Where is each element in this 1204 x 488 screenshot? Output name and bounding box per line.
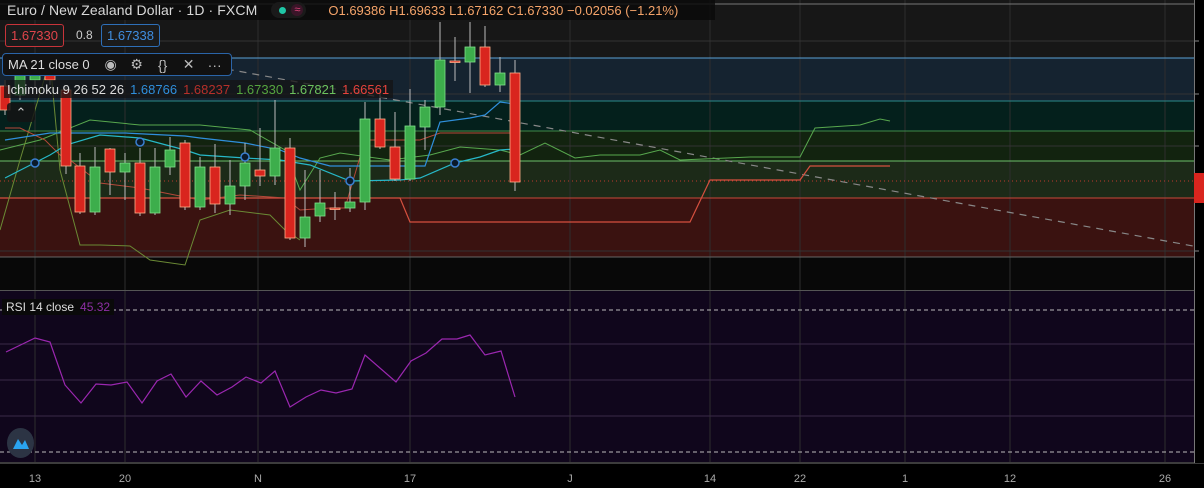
rsi-legend[interactable]: RSI 14 close 45.32 <box>2 299 115 315</box>
close-value: C1.67330 <box>506 2 564 18</box>
ichimoku-leadA-value: 1.67821 <box>289 81 337 97</box>
time-tick: 17 <box>403 473 417 485</box>
candle-up <box>89 166 101 213</box>
candle-down <box>74 165 86 213</box>
candle-up <box>314 202 326 217</box>
signal-marker <box>135 137 145 147</box>
market-open-dot-icon <box>279 6 287 14</box>
rsi-label: RSI 14 close <box>6 300 75 314</box>
candle-up <box>344 201 356 209</box>
ichimoku-legend[interactable]: Ichimoku 9 26 52 26 1.68766 1.68237 1.67… <box>4 80 394 98</box>
market-status[interactable]: ≈ <box>271 2 307 18</box>
braces-icon[interactable]: {} <box>150 57 176 73</box>
time-tick: 12 <box>1003 473 1017 485</box>
fib-band-darkgreen <box>0 161 1194 198</box>
rsi-background <box>0 291 1194 462</box>
low-value: L1.67162 <box>449 2 504 18</box>
eye-icon[interactable]: ◉ <box>98 56 124 73</box>
open-value: O1.69386 <box>328 2 386 18</box>
candle-up <box>149 166 161 214</box>
candle-up <box>164 149 176 168</box>
ma-legend[interactable]: MA 21 close 0 ◉ ⚙ {} ✕ ··· <box>2 53 232 76</box>
candle-up <box>404 125 416 180</box>
spread-value: 0.8 <box>76 28 93 42</box>
high-value: H1.69633 <box>389 2 446 18</box>
fib-band-teal <box>0 101 1194 131</box>
time-tick: 14 <box>703 473 717 485</box>
rsi-value: 45.32 <box>80 300 111 314</box>
candle-up <box>299 216 311 239</box>
candle-up <box>434 59 446 108</box>
candle-up <box>239 162 251 187</box>
time-tick: 13 <box>28 473 42 485</box>
candle-up <box>419 106 431 128</box>
collapse-legend-button[interactable]: ⌃ <box>7 103 35 122</box>
last-price-marker <box>1194 173 1204 203</box>
candle-down <box>449 60 461 63</box>
candle-up <box>494 72 506 86</box>
candle-down <box>209 166 221 205</box>
change-value: −0.02056 (−1.21%) <box>567 2 679 18</box>
candle-down <box>254 169 266 177</box>
candle-down <box>329 207 341 210</box>
time-tick: 20 <box>118 473 132 485</box>
gear-icon[interactable]: ⚙ <box>124 56 150 73</box>
close-icon[interactable]: ✕ <box>176 56 202 73</box>
candle-down <box>179 142 191 208</box>
ichimoku-lagging-value: 1.67330 <box>236 81 284 97</box>
more-icon[interactable]: ··· <box>202 57 228 73</box>
candle-up <box>269 147 281 177</box>
ichimoku-label: Ichimoku 9 26 52 26 <box>7 81 125 97</box>
ohlc-readout: O1.69386 H1.69633 L1.67162 C1.67330 −0.0… <box>328 3 678 18</box>
signal-marker <box>345 176 355 186</box>
ma-label: MA 21 close 0 <box>8 57 90 72</box>
chart-header: Euro / New Zealand Dollar · 1D · FXCM ≈ … <box>0 0 715 20</box>
price-axis <box>1195 0 1204 463</box>
time-tick: J <box>567 473 573 485</box>
candle-down <box>479 46 491 86</box>
candle-up <box>119 162 131 173</box>
sell-button[interactable]: 1.67330 <box>5 24 64 47</box>
candle-up <box>359 118 371 203</box>
candle-down <box>284 147 296 239</box>
candle-down <box>60 89 72 167</box>
candle-down <box>134 162 146 214</box>
ichimoku-base-value: 1.68237 <box>183 81 231 97</box>
candle-down <box>509 72 521 183</box>
time-tick: 22 <box>793 473 807 485</box>
candle-up <box>224 185 236 205</box>
candle-down <box>374 118 386 148</box>
candle-up <box>194 166 206 208</box>
signal-marker <box>450 158 460 168</box>
wave-icon: ≈ <box>291 4 304 16</box>
candle-down <box>104 148 116 173</box>
buy-button[interactable]: 1.67338 <box>101 24 160 47</box>
signal-marker <box>240 152 250 162</box>
fib-band-red <box>0 198 1194 257</box>
candle-down <box>389 146 401 180</box>
tradingview-logo-icon[interactable] <box>7 428 34 458</box>
symbol-title[interactable]: Euro / New Zealand Dollar · 1D · FXCM <box>7 2 257 18</box>
chart-bottom-area <box>0 257 1194 290</box>
time-tick: N <box>254 473 262 485</box>
ichimoku-conversion-value: 1.68766 <box>130 81 178 97</box>
ichimoku-leadB-value: 1.66561 <box>342 81 390 97</box>
time-axis[interactable]: 13 20 N 17 J 14 22 1 12 26 <box>0 470 1204 485</box>
signal-marker <box>30 158 40 168</box>
time-tick: 26 <box>1158 473 1172 485</box>
time-tick: 1 <box>901 473 909 485</box>
candle-up <box>464 46 476 63</box>
